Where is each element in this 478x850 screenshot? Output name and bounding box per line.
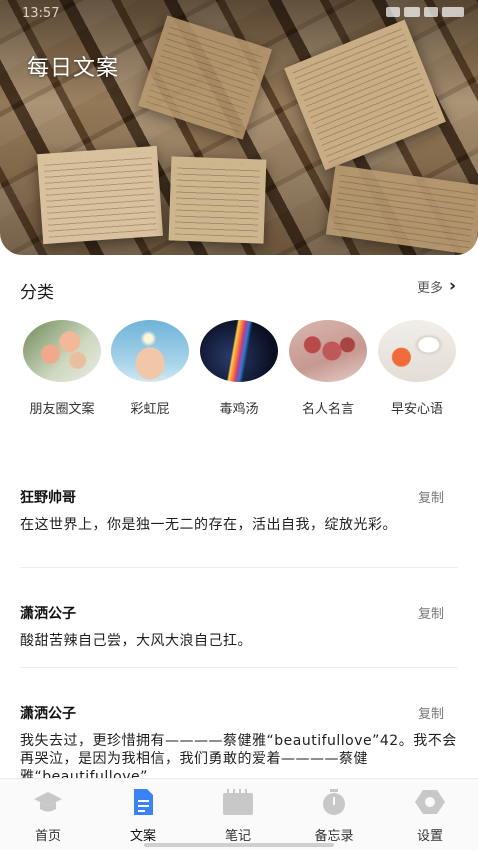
quote-author: 狂野帅哥: [20, 490, 76, 506]
category-label: 朋友圈文案: [29, 402, 95, 417]
more-label: 更多: [416, 280, 443, 296]
tab-label: 笔记: [224, 829, 251, 844]
category-list: 朋友圈文案 彩虹屁 毒鸡汤 名人名言 早安心语: [0, 320, 478, 420]
quote-card: 潇洒公子 复制 我失去过，更珍惜拥有————蔡健雅“beautifullove”…: [20, 703, 458, 786]
quote-card: 潇洒公子 复制 酸甜苦辣自己尝，大风大浪自己扛。: [20, 603, 458, 650]
quote-text: 在这世界上，你是独一无二的存在，活出自我，绽放光彩。: [20, 517, 397, 533]
quote-card: 狂野帅哥 复制 在这世界上，你是独一无二的存在，活出自我，绽放光彩。: [20, 487, 458, 534]
tab-memo[interactable]: 备忘录: [294, 789, 374, 844]
category-item[interactable]: 彩虹屁: [105, 320, 195, 417]
hands-light-image: [111, 320, 189, 382]
prism-image: [200, 320, 278, 382]
tab-notes[interactable]: 笔记: [198, 789, 278, 844]
quote-text: 酸甜苦辣自己尝，大风大浪自己扛。: [20, 633, 252, 649]
category-item[interactable]: 名人名言: [283, 320, 373, 417]
page-title: 每日文案: [27, 56, 120, 81]
tab-label: 备忘录: [314, 829, 354, 844]
category-item[interactable]: 早安心语: [372, 320, 462, 417]
category-item[interactable]: 朋友圈文案: [17, 320, 107, 417]
hero-banner: 13:57 每日文案: [0, 0, 478, 255]
status-icons: [374, 7, 464, 19]
graduation-cap-icon: [33, 789, 63, 815]
hero-book-image: [325, 164, 478, 255]
bottom-tab-bar: 首页 文案 笔记 备忘录 设置: [0, 778, 478, 850]
tab-label: 文案: [129, 829, 156, 844]
hero-book-image: [37, 145, 163, 245]
hero-book-image: [138, 15, 272, 140]
stopwatch-icon: [319, 789, 349, 815]
divider: [20, 667, 458, 668]
roses-image: [289, 320, 367, 382]
tab-label: 设置: [416, 829, 443, 844]
category-label: 名人名言: [301, 402, 354, 417]
hero-book-image: [168, 156, 267, 244]
coffee-flowers-image: [378, 320, 456, 382]
more-button[interactable]: 更多 ›: [417, 276, 456, 296]
category-label: 毒鸡汤: [219, 402, 259, 417]
category-label: 早安心语: [390, 402, 443, 417]
flowers-image: [23, 320, 101, 382]
home-indicator: [144, 843, 334, 847]
tab-settings[interactable]: 设置: [390, 789, 470, 844]
divider: [20, 567, 458, 568]
copy-button[interactable]: 复制: [418, 603, 444, 622]
copy-button[interactable]: 复制: [418, 487, 444, 506]
category-label: 彩虹屁: [130, 402, 170, 417]
tab-copywriting[interactable]: 文案: [103, 789, 183, 844]
category-section-title: 分类: [20, 283, 54, 303]
copy-button[interactable]: 复制: [418, 703, 444, 722]
hero-book-image: [284, 19, 446, 171]
notebook-icon: [223, 789, 253, 815]
settings-hexagon-icon: [415, 789, 445, 815]
quote-author: 潇洒公子: [20, 606, 76, 622]
tab-home[interactable]: 首页: [8, 789, 88, 844]
tab-label: 首页: [34, 829, 61, 844]
document-icon: [128, 789, 158, 815]
status-time: 13:57: [22, 6, 60, 21]
quote-author: 潇洒公子: [20, 706, 76, 722]
category-item[interactable]: 毒鸡汤: [194, 320, 284, 417]
chevron-right-icon: ›: [448, 276, 456, 296]
